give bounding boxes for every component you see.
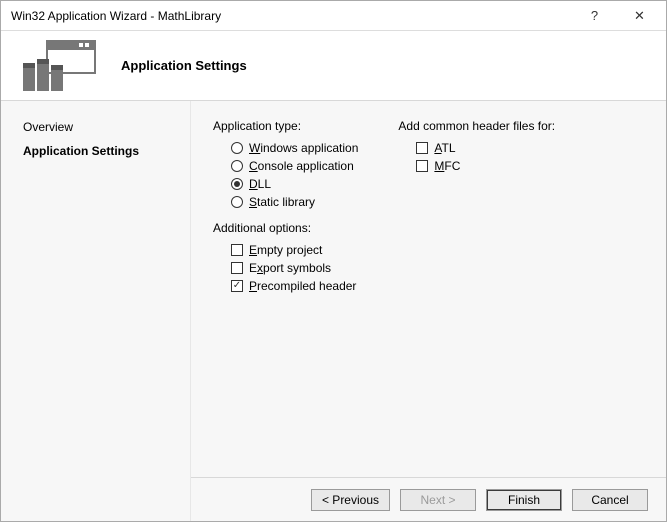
additional-options-label: Additional options: — [213, 221, 358, 235]
radio-label: Windows application — [249, 141, 358, 155]
checkbox-label: Export symbols — [249, 261, 331, 275]
radio-icon — [231, 160, 243, 172]
body: Overview Application Settings Applicatio… — [1, 101, 666, 521]
finish-button[interactable]: Finish — [486, 489, 562, 511]
radio-icon — [231, 196, 243, 208]
radio-icon — [231, 178, 243, 190]
radio-label: Static library — [249, 195, 315, 209]
sidebar: Overview Application Settings — [1, 101, 191, 521]
wizard-icon — [19, 39, 97, 93]
wizard-window: Win32 Application Wizard - MathLibrary ?… — [0, 0, 667, 522]
radio-icon — [231, 142, 243, 154]
close-button[interactable]: ✕ — [617, 2, 662, 30]
checkbox-empty-project[interactable]: Empty project — [213, 241, 358, 259]
window-title: Win32 Application Wizard - MathLibrary — [11, 9, 572, 23]
checkbox-icon — [416, 160, 428, 172]
page-title: Application Settings — [121, 58, 247, 73]
sidebar-item-application-settings[interactable]: Application Settings — [1, 139, 190, 163]
right-column: Add common header files for: ATL MFC — [398, 115, 555, 463]
titlebar: Win32 Application Wizard - MathLibrary ?… — [1, 1, 666, 31]
checkbox-label: MFC — [434, 159, 460, 173]
previous-button[interactable]: < Previous — [311, 489, 390, 511]
footer: < Previous Next > Finish Cancel — [191, 477, 666, 521]
radio-windows-application[interactable]: Windows application — [213, 139, 358, 157]
common-headers-label: Add common header files for: — [398, 119, 555, 133]
radio-static-library[interactable]: Static library — [213, 193, 358, 211]
sidebar-item-label: Overview — [23, 120, 73, 134]
left-column: Application type: Windows application Co… — [213, 115, 358, 463]
checkbox-icon — [416, 142, 428, 154]
radio-console-application[interactable]: Console application — [213, 157, 358, 175]
checkbox-label: Empty project — [249, 243, 322, 257]
content-inner: Application type: Windows application Co… — [191, 101, 666, 477]
radio-dll[interactable]: DLL — [213, 175, 358, 193]
checkbox-label: Precompiled header — [249, 279, 356, 293]
radio-label: Console application — [249, 159, 354, 173]
checkbox-icon — [231, 262, 243, 274]
checkbox-export-symbols[interactable]: Export symbols — [213, 259, 358, 277]
help-button[interactable]: ? — [572, 2, 617, 30]
checkbox-label: ATL — [434, 141, 455, 155]
checkbox-icon — [231, 280, 243, 292]
checkbox-mfc[interactable]: MFC — [398, 157, 555, 175]
checkbox-atl[interactable]: ATL — [398, 139, 555, 157]
sidebar-item-label: Application Settings — [23, 144, 139, 158]
header: Application Settings — [1, 31, 666, 101]
checkbox-icon — [231, 244, 243, 256]
sidebar-item-overview[interactable]: Overview — [1, 115, 190, 139]
checkbox-precompiled-header[interactable]: Precompiled header — [213, 277, 358, 295]
cancel-button[interactable]: Cancel — [572, 489, 648, 511]
next-button[interactable]: Next > — [400, 489, 476, 511]
application-type-label: Application type: — [213, 119, 358, 133]
radio-label: DLL — [249, 177, 271, 191]
content: Application type: Windows application Co… — [191, 101, 666, 521]
